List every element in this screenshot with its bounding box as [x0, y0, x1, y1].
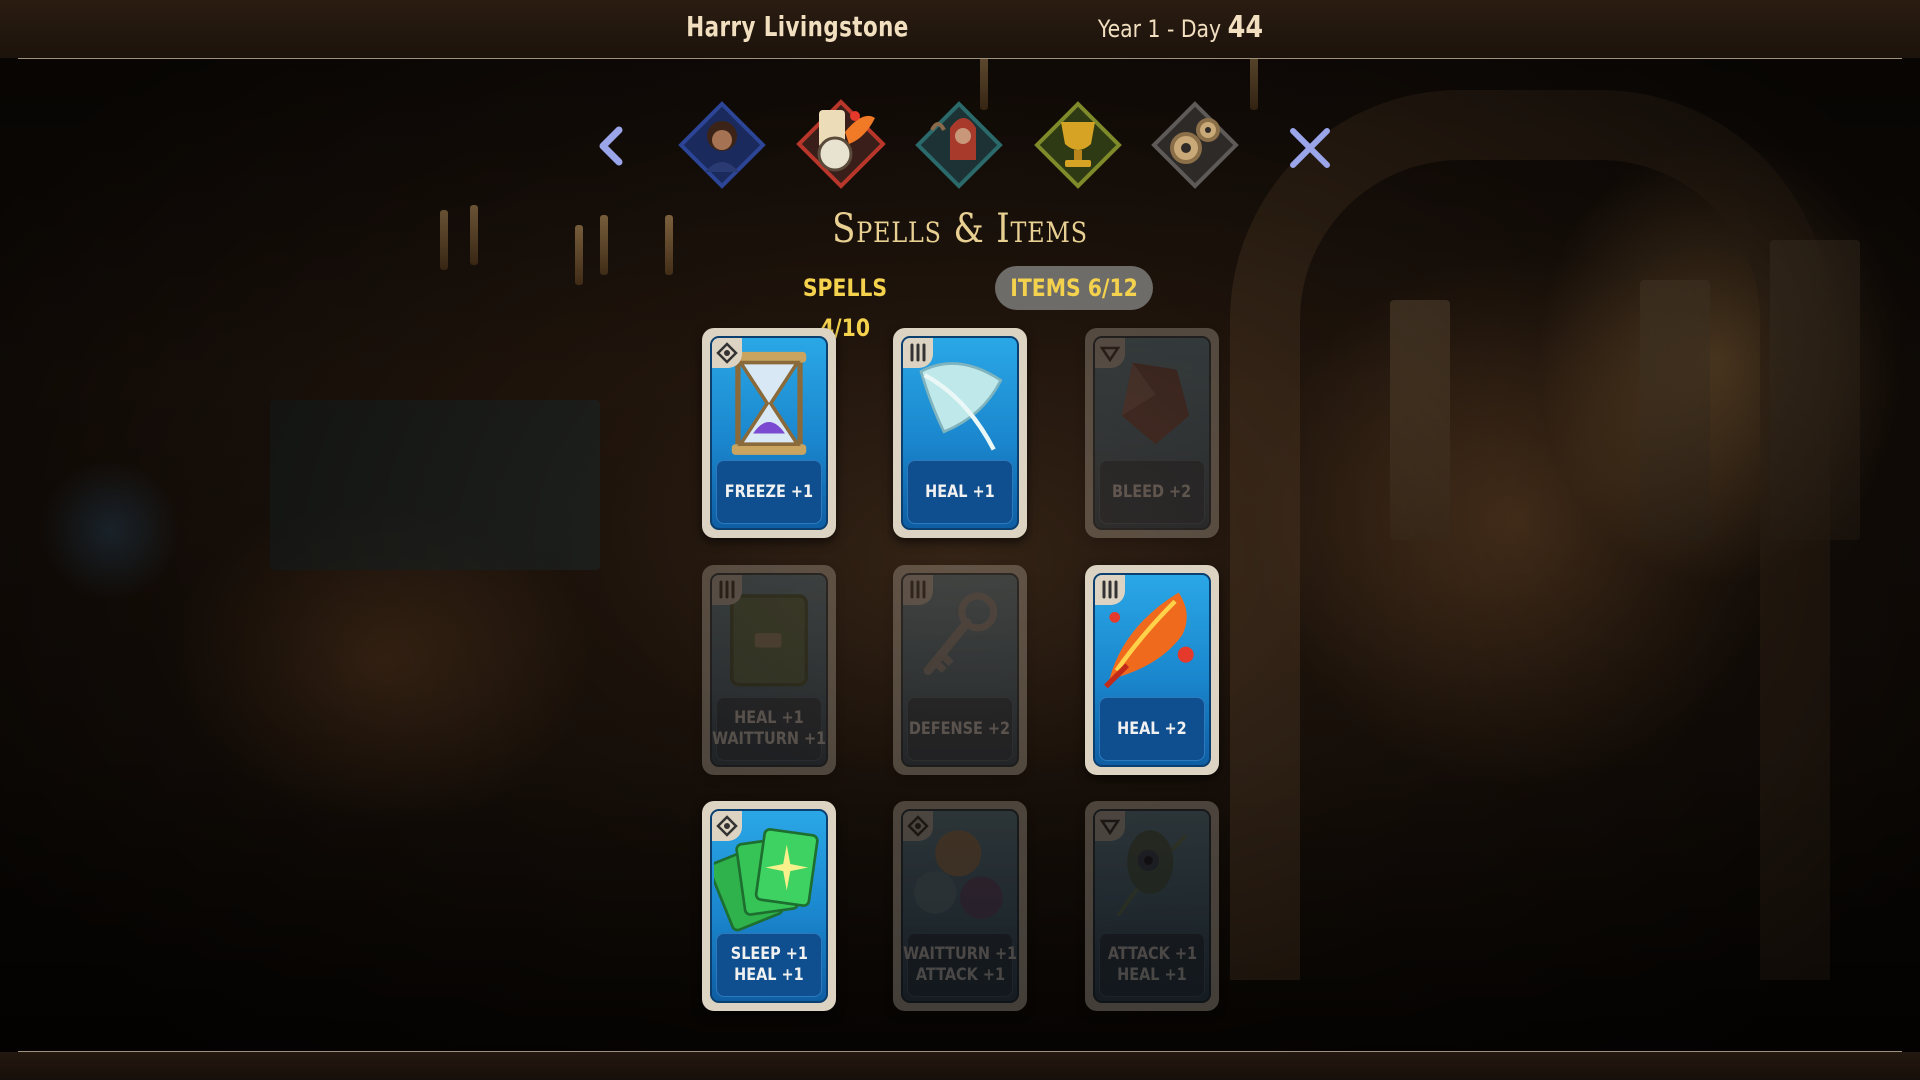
- card[interactable]: HEAL +1 WAITTURN +1: [702, 565, 836, 775]
- card-label: SLEEP +1 HEAL +1: [716, 933, 822, 997]
- item-tag-icon: [1095, 575, 1125, 605]
- card-effect-line: WAITTURN +1: [711, 729, 827, 749]
- heart-rune-icon: [1095, 811, 1125, 841]
- page-title: Spells & Items: [832, 206, 1088, 252]
- card-face: HEAL +1 WAITTURN +1: [710, 573, 828, 767]
- card-label: ATTACK +1 HEAL +1: [1099, 933, 1205, 997]
- card-label: BLEED +2: [1099, 460, 1205, 524]
- card[interactable]: ATTACK +1 HEAL +1: [1085, 801, 1219, 1011]
- date-prefix: Year 1 - Day: [1097, 15, 1222, 43]
- tab-character[interactable]: [677, 100, 767, 190]
- tab-items[interactable]: ITEMS 6/12: [995, 266, 1153, 310]
- card-label: WAITTURN +1 ATTACK +1: [903, 933, 1017, 997]
- card-face: WAITTURN +1 ATTACK +1: [901, 809, 1019, 1003]
- trophy-icon: [1034, 101, 1122, 189]
- spell-rune-icon: [903, 811, 933, 841]
- item-tag-icon: [903, 338, 933, 368]
- card-effect-line: FREEZE +1: [724, 481, 814, 502]
- card[interactable]: HEAL +1: [893, 328, 1027, 538]
- card-face: DEFENSE +2: [901, 573, 1019, 767]
- spell-rune-icon: [712, 338, 742, 368]
- chevron-left-icon: [599, 126, 623, 166]
- card-effect-line: HEAL +1: [1117, 965, 1187, 985]
- tab-trophies[interactable]: [1033, 100, 1123, 190]
- card[interactable]: DEFENSE +2: [893, 565, 1027, 775]
- card-effect-line: DEFENSE +2: [909, 718, 1011, 739]
- card-effect-line: HEAL +2: [1117, 718, 1187, 739]
- card[interactable]: HEAL +2: [1085, 565, 1219, 775]
- card-face: HEAL +1: [901, 336, 1019, 530]
- card-label: HEAL +1: [907, 460, 1013, 524]
- character-portrait-icon: [678, 101, 766, 189]
- card-effect-line: HEAL +1: [734, 965, 804, 985]
- player-name: Harry Livingstone: [686, 10, 909, 43]
- card-effect-line: WAITTURN +1: [902, 944, 1018, 964]
- card[interactable]: WAITTURN +1 ATTACK +1: [893, 801, 1027, 1011]
- card-label: HEAL +1 WAITTURN +1: [712, 697, 826, 761]
- heart-rune-icon: [1095, 338, 1125, 368]
- card-face: BLEED +2: [1093, 336, 1211, 530]
- gears-icon: [1151, 101, 1239, 189]
- date-display: Year 1 - Day 44: [1070, 10, 1291, 45]
- card[interactable]: BLEED +2: [1085, 328, 1219, 538]
- top-divider: [18, 58, 1902, 59]
- tab-spells-items[interactable]: [793, 96, 889, 192]
- item-tag-icon: [712, 575, 742, 605]
- tab-companions[interactable]: [914, 100, 1004, 190]
- card-effect-line: BLEED +2: [1112, 481, 1192, 502]
- card[interactable]: FREEZE +1: [702, 328, 836, 538]
- close-icon: [1290, 128, 1330, 168]
- tab-spells[interactable]: SPELLS 4/10: [781, 268, 909, 342]
- card-label: HEAL +2: [1099, 697, 1205, 761]
- card-face: HEAL +2: [1093, 573, 1211, 767]
- card-effect-line: HEAL +1: [734, 708, 804, 728]
- item-tag-icon: [903, 575, 933, 605]
- card-effect-line: HEAL +1: [925, 481, 995, 502]
- spell-rune-icon: [712, 811, 742, 841]
- card-face: FREEZE +1: [710, 336, 828, 530]
- card-face: ATTACK +1 HEAL +1: [1093, 809, 1211, 1003]
- card[interactable]: SLEEP +1 HEAL +1: [702, 801, 836, 1011]
- card-label: DEFENSE +2: [907, 697, 1013, 761]
- close-button[interactable]: [1285, 123, 1335, 173]
- tab-settings[interactable]: [1150, 100, 1240, 190]
- card-face: SLEEP +1 HEAL +1: [710, 809, 828, 1003]
- back-button[interactable]: [591, 126, 631, 166]
- tab-items-label: ITEMS 6/12: [1010, 274, 1138, 302]
- day-number: 44: [1227, 10, 1264, 45]
- top-bar: Harry Livingstone Year 1 - Day 44: [0, 0, 1920, 58]
- card-effect-line: SLEEP +1: [730, 944, 808, 964]
- card-effect-line: ATTACK +1: [915, 965, 1005, 985]
- companions-icon: [915, 101, 1003, 189]
- card-effect-line: ATTACK +1: [1107, 944, 1197, 964]
- card-label: FREEZE +1: [716, 460, 822, 524]
- spells-items-icon: [796, 99, 886, 189]
- bottom-bar: [0, 1052, 1920, 1080]
